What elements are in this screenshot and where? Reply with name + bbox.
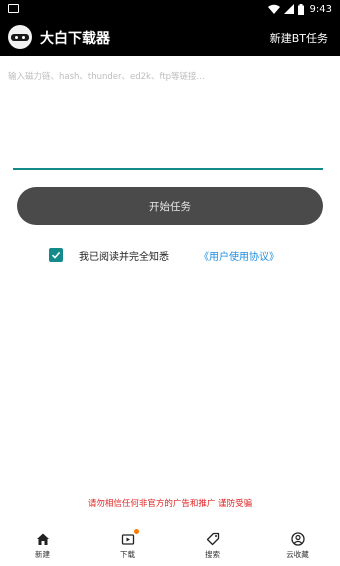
user-agreement-link[interactable]: 《用户使用协议》 (199, 248, 279, 263)
tag-icon (205, 531, 221, 547)
wifi-icon (267, 4, 280, 14)
agreement-row: 我已阅读并完全知悉 《用户使用协议》 (49, 246, 279, 264)
app-logo-icon (8, 25, 32, 49)
agreement-checkbox[interactable] (49, 248, 63, 262)
signal-icon (283, 4, 294, 14)
nav-item-cloud[interactable]: 云收藏 (255, 527, 340, 566)
download-icon (120, 529, 139, 547)
status-time: 9:43 (309, 3, 332, 15)
new-bt-task-button[interactable]: 新建BT任务 (270, 30, 328, 46)
nav-label-cloud: 云收藏 (286, 550, 309, 559)
check-icon (51, 251, 61, 259)
nav-label-download: 下载 (120, 550, 135, 559)
nav-item-new[interactable]: 新建 (0, 527, 85, 566)
agreement-text: 我已阅读并完全知悉 (79, 251, 169, 263)
input-underline (13, 168, 323, 170)
nav-item-search[interactable]: 搜索 (170, 527, 255, 566)
user-icon (290, 531, 306, 547)
nav-label-new: 新建 (35, 550, 50, 559)
warning-text: 请勿相信任何非官方的广告和推广 谨防受骗 (87, 499, 253, 509)
status-icons: 9:43 (267, 2, 332, 16)
bottom-nav: 新建 下载 搜索 云收藏 (0, 527, 340, 566)
start-task-button[interactable]: 开始任务 (17, 187, 323, 225)
nav-item-download[interactable]: 下载 (85, 527, 170, 566)
home-icon (35, 531, 51, 547)
app-title: 大白下载器 (40, 31, 110, 47)
download-badge (133, 529, 139, 534)
nav-label-search: 搜索 (205, 550, 220, 559)
battery-icon (297, 3, 304, 15)
app-bar: 大白下载器 新建BT任务 (0, 18, 340, 56)
link-input[interactable] (8, 70, 324, 170)
notification-icon (8, 4, 19, 13)
status-bar: 9:43 (0, 0, 340, 18)
